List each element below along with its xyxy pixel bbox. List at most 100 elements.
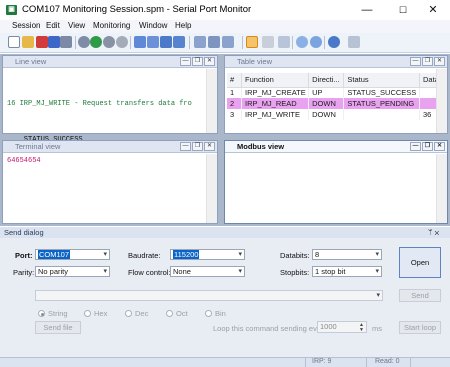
flow-control-select[interactable]: None ▾ xyxy=(170,266,245,277)
line-view-title-bar[interactable]: Line view — ❐ ✕ xyxy=(3,56,217,68)
column-header-function[interactable]: Function xyxy=(241,73,310,88)
open-folder-icon[interactable] xyxy=(22,36,34,48)
stopbits-select[interactable]: 1 stop bit ▾ xyxy=(312,266,382,277)
baudrate-select[interactable]: 115200 ▾ xyxy=(170,249,245,260)
stop-icon[interactable] xyxy=(116,36,128,48)
send-data-input[interactable]: ▾ xyxy=(35,290,383,301)
column-header-direction[interactable]: Directi... xyxy=(308,73,345,88)
status-irp: IRP: 9 xyxy=(312,358,332,365)
terminal-text[interactable]: 64654654 xyxy=(7,157,41,165)
spin-arrows-icon[interactable]: ▲ ▼ xyxy=(359,323,364,333)
close-icon[interactable]: ✕ xyxy=(204,57,215,66)
terminal-view-title: Terminal view xyxy=(15,142,61,151)
minimize-icon[interactable]: — xyxy=(410,142,421,151)
minimize-button[interactable]: — xyxy=(350,0,384,20)
terminal-view-icon[interactable] xyxy=(160,36,172,48)
format-hex-radio[interactable] xyxy=(84,310,91,317)
window-tile-icon[interactable] xyxy=(222,36,234,48)
port-select[interactable]: COM107 ▾ xyxy=(35,249,110,260)
restore-icon[interactable]: ❐ xyxy=(192,57,203,66)
table-row[interactable]: 1 IRP_MJ_CREATE UP STATUS_SUCCESS xyxy=(227,87,447,98)
databits-select[interactable]: 8 ▾ xyxy=(312,249,382,260)
clear-icon[interactable] xyxy=(278,36,290,48)
toolbar-separator xyxy=(75,36,76,49)
close-icon[interactable]: ✕ xyxy=(434,142,445,151)
modbus-view-title-bar[interactable]: Modbus view — ❐ ✕ xyxy=(225,141,447,153)
find-icon[interactable] xyxy=(296,36,308,48)
send-file-button[interactable]: Send file xyxy=(35,321,81,334)
restore-icon[interactable]: ❐ xyxy=(422,142,433,151)
loop-interval-input[interactable]: 1000 ▲ ▼ xyxy=(317,321,367,333)
terminal-view-scrollbar[interactable] xyxy=(206,154,217,223)
send-dialog-header: Send dialog ᛘ ✕ xyxy=(0,227,450,238)
table-row[interactable]: 3 IRP_MJ_WRITE DOWN 36 xyxy=(227,109,447,120)
format-oct-radio[interactable] xyxy=(166,310,173,317)
restore-icon[interactable]: ❐ xyxy=(192,142,203,151)
minimize-icon[interactable]: — xyxy=(180,57,191,66)
table-row-selected[interactable]: 2 IRP_MJ_READ DOWN STATUS_PENDING xyxy=(227,98,447,109)
table-view-grid[interactable]: # Function Directi... Status Data 1 IRP_… xyxy=(227,73,447,120)
save-as-icon[interactable] xyxy=(48,36,60,48)
layout-icon[interactable] xyxy=(194,36,206,48)
record-icon[interactable] xyxy=(78,36,90,48)
print-icon[interactable] xyxy=(60,36,72,48)
terminal-view-title-bar[interactable]: Terminal view — ❐ ✕ xyxy=(3,141,217,153)
cell-direction: UP xyxy=(308,87,345,98)
menu-edit[interactable]: Edit xyxy=(46,21,60,30)
pause-icon[interactable] xyxy=(103,36,115,48)
toolbar-separator xyxy=(242,36,243,49)
toolbar xyxy=(0,33,450,53)
close-icon[interactable]: ✕ xyxy=(434,57,445,66)
minimize-icon[interactable]: — xyxy=(180,142,191,151)
table-view-icon[interactable] xyxy=(147,36,159,48)
cell-function: IRP_MJ_CREATE xyxy=(241,87,310,98)
minimize-icon[interactable]: — xyxy=(410,57,421,66)
start-loop-button[interactable]: Start loop xyxy=(399,321,441,334)
menu-window[interactable]: Window xyxy=(139,21,167,30)
format-bin-radio[interactable] xyxy=(205,310,212,317)
line-view-icon[interactable] xyxy=(134,36,146,48)
dump-view-icon[interactable] xyxy=(173,36,185,48)
close-button[interactable]: ✕ xyxy=(416,0,450,20)
toolbar-options-icon[interactable] xyxy=(348,36,360,48)
toolbar-separator xyxy=(130,36,131,49)
help-icon[interactable] xyxy=(328,36,340,48)
format-dec-radio[interactable] xyxy=(125,310,132,317)
table-view-scrollbar[interactable] xyxy=(436,69,447,133)
zoom-icon[interactable] xyxy=(310,36,322,48)
menu-session[interactable]: Session xyxy=(12,21,40,30)
highlight-icon[interactable] xyxy=(262,36,274,48)
menu-help[interactable]: Help xyxy=(175,21,191,30)
format-string-radio[interactable] xyxy=(38,310,45,317)
flow-control-value: None xyxy=(173,267,191,276)
save-icon[interactable] xyxy=(36,36,48,48)
open-button[interactable]: Open xyxy=(399,247,441,278)
modbus-view-scrollbar[interactable] xyxy=(436,154,447,223)
maximize-button[interactable]: ☐ xyxy=(386,0,420,20)
parity-value: No parity xyxy=(38,267,69,276)
menu-bar: Session Edit View Monitoring Window Help xyxy=(0,20,450,33)
table-view-title-bar[interactable]: Table view — ❐ ✕ xyxy=(225,56,447,68)
status-read: Read: 0 xyxy=(375,358,400,365)
menu-view[interactable]: View xyxy=(68,21,85,30)
start-icon[interactable] xyxy=(90,36,102,48)
filter-icon[interactable] xyxy=(246,36,258,48)
parity-select[interactable]: No parity ▾ xyxy=(35,266,110,277)
table-header-row: # Function Directi... Status Data xyxy=(227,73,447,88)
column-header-num[interactable]: # xyxy=(227,73,242,88)
cell-function: IRP_MJ_WRITE xyxy=(241,109,310,120)
line-view-scrollbar[interactable] xyxy=(206,69,217,133)
dropdown-icon[interactable] xyxy=(208,36,220,48)
new-session-icon[interactable] xyxy=(8,36,20,48)
column-header-status[interactable]: Status xyxy=(343,73,420,88)
chevron-down-icon: ▾ xyxy=(238,268,242,275)
format-hex-label: Hex xyxy=(94,309,108,318)
cell-function: IRP_MJ_READ xyxy=(241,98,310,109)
close-icon[interactable]: ✕ xyxy=(204,142,215,151)
menu-monitoring[interactable]: Monitoring xyxy=(93,21,130,30)
send-dialog-pin-close[interactable]: ᛘ ✕ xyxy=(428,228,439,237)
restore-icon[interactable]: ❐ xyxy=(422,57,433,66)
send-button[interactable]: Send xyxy=(399,289,441,302)
baudrate-value: 115200 xyxy=(173,250,200,259)
loop-unit-label: ms xyxy=(372,324,382,333)
